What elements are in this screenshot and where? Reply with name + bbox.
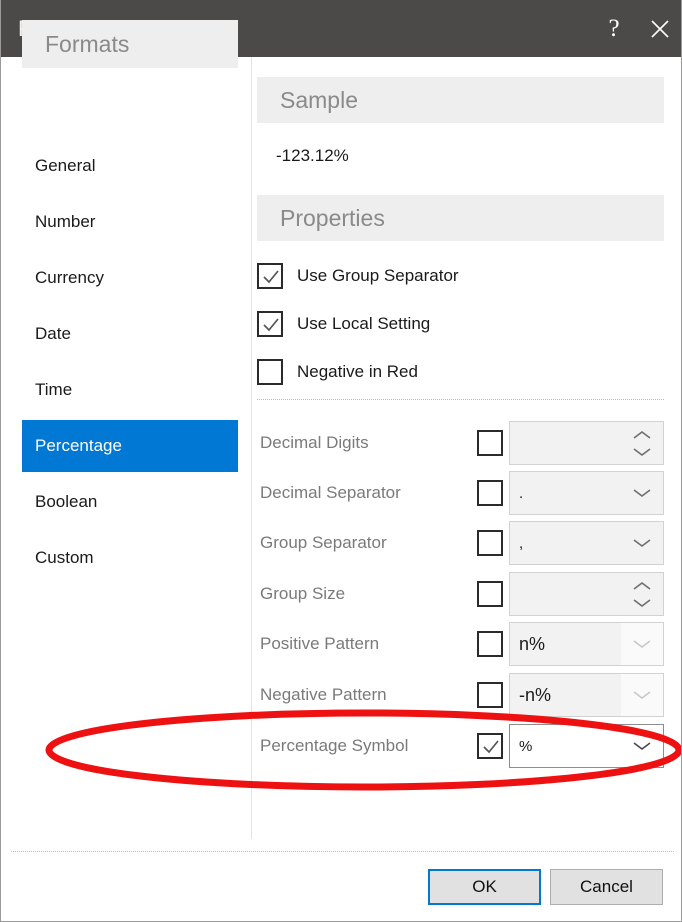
sidebar-item-label: General — [35, 156, 96, 175]
checkbox-percentage-symbol[interactable] — [477, 733, 503, 759]
checkbox-negative-in-red[interactable] — [257, 359, 283, 385]
checkbox-label: Negative in Red — [297, 362, 418, 381]
property-row-positive-pattern: Positive Pattern n% — [257, 622, 664, 666]
chevron-up-icon[interactable] — [631, 581, 653, 591]
property-label: Decimal Separator — [260, 483, 401, 502]
property-label: Group Separator — [260, 533, 387, 552]
sidebar-item-label: Date — [35, 324, 71, 343]
checkmark-icon — [263, 318, 279, 332]
checkbox-row-use-local-setting[interactable]: Use Local Setting — [257, 310, 430, 338]
sidebar-item-label: Time — [35, 380, 73, 399]
property-value: n% — [519, 633, 546, 654]
property-row-negative-pattern: Negative Pattern -n% — [257, 673, 664, 717]
sidebar-item-boolean[interactable]: Boolean — [22, 476, 238, 528]
chevron-down-icon[interactable] — [631, 598, 653, 608]
chevron-down-icon[interactable] — [631, 639, 653, 649]
checkbox-positive-pattern[interactable] — [477, 631, 503, 657]
ok-button[interactable]: OK — [428, 869, 541, 905]
checkbox-label: Use Local Setting — [297, 314, 431, 333]
sidebar-item-number[interactable]: Number — [22, 196, 238, 248]
sidebar-item-time[interactable]: Time — [22, 364, 238, 416]
checkbox-decimal-separator[interactable] — [477, 480, 503, 506]
spinner-arrows[interactable] — [621, 422, 663, 464]
checkbox-use-group-separator[interactable] — [257, 263, 283, 289]
chevron-down-icon[interactable] — [631, 690, 653, 700]
help-button[interactable]: ? — [591, 0, 637, 57]
dropdown-group-separator[interactable]: , — [509, 521, 664, 565]
dropdown-arrow[interactable] — [621, 674, 663, 716]
sidebar-item-custom[interactable]: Custom — [22, 532, 238, 584]
dropdown-percentage-symbol[interactable]: % — [509, 724, 664, 768]
chevron-down-icon[interactable] — [631, 447, 653, 457]
ok-button-label: OK — [472, 877, 497, 896]
question-mark-icon: ? — [608, 15, 620, 42]
sidebar-item-percentage[interactable]: Percentage — [22, 420, 238, 472]
property-value: -n% — [519, 684, 552, 705]
chevron-up-icon[interactable] — [631, 430, 653, 440]
property-label: Group Size — [260, 584, 346, 603]
dropdown-arrow[interactable] — [621, 522, 663, 564]
property-value: % — [519, 737, 533, 755]
close-button[interactable] — [637, 0, 681, 57]
property-label: Positive Pattern — [260, 634, 380, 653]
properties-section-header: Properties — [257, 195, 664, 241]
chevron-down-icon[interactable] — [631, 741, 653, 751]
property-row-decimal-digits: Decimal Digits — [257, 421, 664, 465]
checkmark-icon — [483, 740, 499, 754]
format-dialog: Format ? Formats General Number Currency… — [0, 0, 682, 922]
sidebar-item-general[interactable]: General — [22, 140, 238, 192]
spinner-group-size[interactable] — [509, 572, 664, 616]
property-row-decimal-separator: Decimal Separator . — [257, 471, 664, 515]
checkbox-row-use-group-separator[interactable]: Use Group Separator — [257, 262, 459, 290]
chevron-down-icon[interactable] — [631, 538, 653, 548]
formats-section-header: Formats — [22, 20, 238, 68]
spinner-decimal-digits[interactable] — [509, 421, 664, 465]
property-label: Negative Pattern — [260, 685, 387, 704]
checkbox-row-negative-in-red[interactable]: Negative in Red — [257, 358, 418, 386]
spinner-arrows[interactable] — [621, 573, 663, 615]
property-label: Percentage Symbol — [260, 736, 409, 755]
cancel-button-label: Cancel — [580, 877, 633, 896]
property-value: , — [519, 534, 524, 552]
dropdown-decimal-separator[interactable]: . — [509, 471, 664, 515]
sidebar-item-label: Custom — [35, 548, 94, 567]
checkbox-negative-pattern[interactable] — [477, 682, 503, 708]
dropdown-arrow[interactable] — [621, 623, 663, 665]
property-row-group-size: Group Size — [257, 572, 664, 616]
dropdown-positive-pattern[interactable]: n% — [509, 622, 664, 666]
sidebar-item-currency[interactable]: Currency — [22, 252, 238, 304]
checkbox-use-local-setting[interactable] — [257, 311, 283, 337]
checkbox-label: Use Group Separator — [297, 266, 459, 285]
sidebar-item-date[interactable]: Date — [22, 308, 238, 360]
close-icon — [651, 19, 669, 38]
checkbox-group-size[interactable] — [477, 581, 503, 607]
dropdown-negative-pattern[interactable]: -n% — [509, 673, 664, 717]
property-label: Decimal Digits — [260, 433, 369, 452]
property-row-percentage-symbol: Percentage Symbol % — [257, 724, 664, 768]
chevron-down-icon[interactable] — [631, 488, 653, 498]
checkbox-group-separator[interactable] — [477, 530, 503, 556]
sidebar-item-label: Number — [35, 212, 96, 231]
dropdown-arrow[interactable] — [621, 725, 663, 767]
sample-section-header: Sample — [257, 77, 664, 123]
property-row-group-separator: Group Separator , — [257, 521, 664, 565]
checkmark-icon — [263, 270, 279, 284]
sidebar-item-label: Percentage — [35, 436, 122, 455]
property-value: . — [519, 484, 524, 502]
dropdown-arrow[interactable] — [621, 472, 663, 514]
sidebar-item-label: Boolean — [35, 492, 98, 511]
checkbox-decimal-digits[interactable] — [477, 430, 503, 456]
sidebar-item-label: Currency — [35, 268, 104, 287]
properties-divider — [257, 399, 664, 400]
sample-value: -123.12% — [276, 146, 349, 165]
cancel-button[interactable]: Cancel — [550, 869, 663, 905]
footer-divider — [11, 851, 674, 852]
